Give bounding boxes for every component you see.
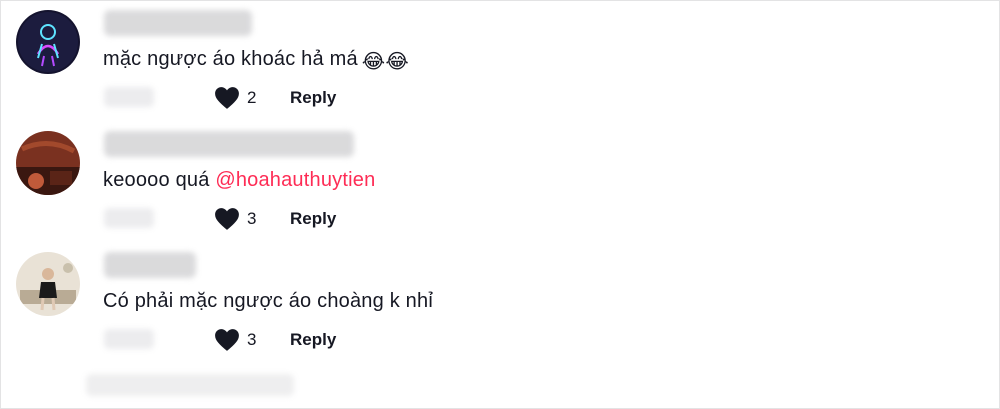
comment-item: mặc ngược áo khoác hả má 😂😂 2 Reply xyxy=(0,0,1000,120)
comment-item: Có phải mặc ngược áo choàng k nhỉ 3 Repl… xyxy=(0,242,1000,362)
laughing-emoji-icon: 😂😂 xyxy=(361,51,409,73)
like-button[interactable]: 2 xyxy=(214,85,264,111)
username[interactable] xyxy=(104,131,354,157)
username[interactable] xyxy=(104,10,252,36)
mention-link[interactable]: @hoahauthuytien xyxy=(215,169,375,191)
reply-button[interactable]: Reply xyxy=(290,330,336,350)
avatar[interactable] xyxy=(16,131,80,195)
like-count: 3 xyxy=(247,209,257,228)
comment-text: Có phải mặc ngược áo choàng k nhỉ xyxy=(103,290,433,312)
like-button[interactable]: 3 xyxy=(214,206,264,232)
avatar[interactable] xyxy=(16,10,80,74)
reply-button[interactable]: Reply xyxy=(290,209,336,229)
like-button[interactable]: 3 xyxy=(214,327,264,353)
like-count: 3 xyxy=(247,330,257,349)
like-count: 2 xyxy=(247,88,257,107)
comment-date xyxy=(104,329,154,349)
heart-icon xyxy=(215,87,239,109)
reply-button[interactable]: Reply xyxy=(290,88,336,108)
view-more-replies[interactable] xyxy=(86,374,294,396)
comment-date xyxy=(104,87,154,107)
comment-text: keoooo quá @hoahauthuytien xyxy=(103,169,376,191)
heart-icon xyxy=(215,329,239,351)
comment-date xyxy=(104,208,154,228)
avatar[interactable] xyxy=(16,252,80,316)
heart-icon xyxy=(215,208,239,230)
username[interactable] xyxy=(104,252,196,278)
comment-text: mặc ngược áo khoác hả má 😂😂 xyxy=(103,48,409,73)
comment-item: keoooo quá @hoahauthuytien 3 Reply xyxy=(0,121,1000,241)
